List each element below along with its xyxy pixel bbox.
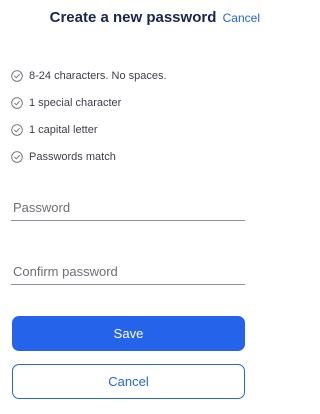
cancel-button[interactable]: Cancel <box>12 364 245 399</box>
requirement-passwords-match: Passwords match <box>11 143 251 170</box>
requirement-label: 1 special character <box>29 96 122 109</box>
check-circle-icon <box>11 123 23 136</box>
requirement-label: Passwords match <box>29 150 116 163</box>
check-circle-icon <box>11 150 23 163</box>
requirement-label: 8-24 characters. No spaces. <box>29 69 167 82</box>
password-input[interactable] <box>11 195 245 221</box>
header-cancel-link[interactable]: Cancel <box>223 10 260 26</box>
create-password-screen: Create a new password Cancel 8-24 charac… <box>0 0 266 414</box>
requirement-capital-letter: 1 capital letter <box>11 116 251 143</box>
requirement-special-character: 1 special character <box>11 89 251 116</box>
requirement-length: 8-24 characters. No spaces. <box>11 62 251 89</box>
password-requirements-list: 8-24 characters. No spaces. 1 special ch… <box>11 62 251 170</box>
check-circle-icon <box>11 69 23 82</box>
check-circle-icon <box>11 96 23 109</box>
requirement-label: 1 capital letter <box>29 123 98 136</box>
save-button[interactable]: Save <box>12 316 245 351</box>
confirm-password-input[interactable] <box>11 259 245 285</box>
